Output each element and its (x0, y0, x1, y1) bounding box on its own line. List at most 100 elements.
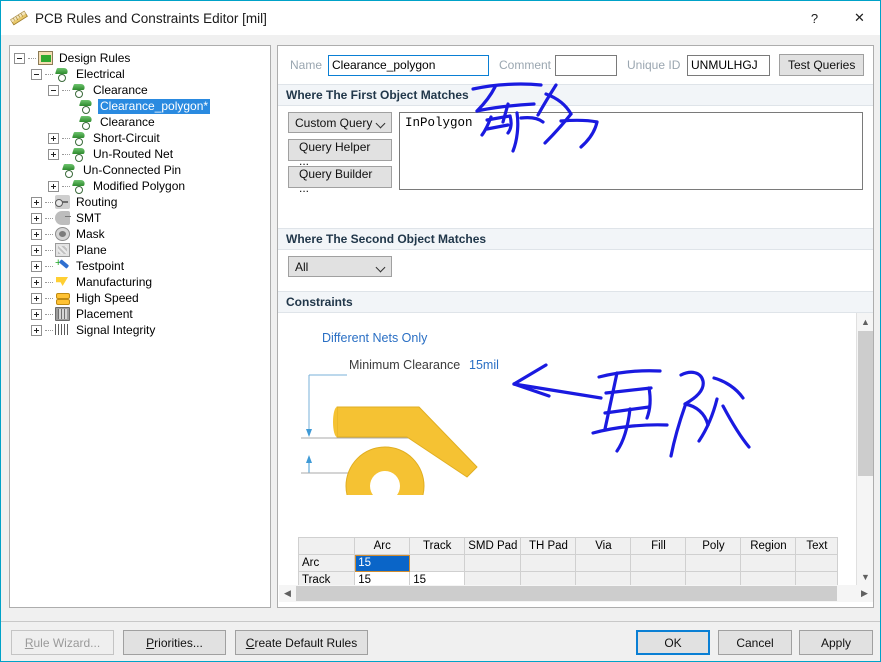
tree-expand-icon[interactable] (48, 132, 59, 144)
matrix-cell[interactable] (520, 554, 577, 572)
first-object-header: Where The First Object Matches (278, 84, 873, 106)
comment-input[interactable] (555, 54, 617, 76)
matrix-cell[interactable] (464, 554, 522, 572)
tree-item-label: Plane (76, 242, 107, 257)
tree-expand-icon[interactable] (31, 292, 42, 304)
column-header-corner[interactable] (297, 537, 356, 555)
first-object-query-text[interactable]: InPolygon (399, 112, 863, 190)
tree-item-plane[interactable]: Plane (14, 242, 270, 258)
matrix-cell[interactable] (520, 571, 577, 585)
matrix-cell[interactable] (464, 571, 522, 585)
tree-item-un-connected-pin[interactable]: Un-Connected Pin (14, 162, 270, 178)
test-queries-button[interactable]: Test Queries (779, 54, 865, 76)
tree-item-short-circuit[interactable]: Short-Circuit (14, 130, 270, 146)
matrix-cell[interactable] (685, 571, 742, 585)
matrix-cell[interactable]: 15 (354, 554, 411, 572)
priorities-button[interactable]: Priorities... (123, 630, 226, 655)
tree-item-high-speed[interactable]: High Speed (14, 290, 270, 306)
tree-item-design-rules[interactable]: Design Rules (14, 50, 270, 66)
help-button[interactable]: ? (792, 1, 837, 35)
matrix-cell[interactable] (409, 554, 466, 572)
column-header-poly[interactable]: Poly (685, 537, 742, 555)
tree-expand-icon[interactable] (31, 244, 42, 256)
tree-connector (62, 137, 70, 139)
rule-wizard-button[interactable]: Rule Wizard... (11, 630, 114, 655)
tree-item-clearance[interactable]: Clearance (14, 82, 270, 98)
tree-expand-icon[interactable] (31, 228, 42, 240)
tree-expand-icon[interactable] (31, 308, 42, 320)
clearance-matrix-table[interactable]: Arc Track SMD Pad TH Pad Via Fill Poly Region Te… (297, 537, 839, 585)
scroll-right-arrow-icon[interactable]: ▶ (856, 585, 873, 602)
tree-expand-icon[interactable] (48, 148, 59, 160)
column-header-fill[interactable]: Fill (630, 537, 687, 555)
tree-connector (45, 201, 53, 203)
scroll-left-arrow-icon[interactable]: ◀ (279, 585, 296, 602)
tree-item-manufacturing[interactable]: Manufacturing (14, 274, 270, 290)
matrix-cell[interactable] (740, 571, 797, 585)
matrix-cell[interactable] (795, 571, 839, 585)
tree-expand-icon[interactable] (31, 196, 42, 208)
apply-button[interactable]: Apply (799, 630, 873, 655)
tree-item-clearance[interactable]: Clearance (14, 114, 270, 130)
column-header-track[interactable]: Track (409, 537, 466, 555)
scroll-up-arrow-icon[interactable]: ▲ (857, 313, 873, 330)
row-header-arc[interactable]: Arc (297, 554, 356, 572)
matrix-cell[interactable] (630, 554, 687, 572)
second-object-header: Where The Second Object Matches (278, 228, 873, 250)
first-object-scope-select[interactable]: Custom Query (288, 112, 392, 133)
matrix-cell[interactable]: 15 (354, 571, 411, 585)
close-button[interactable]: ✕ (837, 1, 880, 35)
matrix-cell[interactable] (740, 554, 797, 572)
constraints-horizontal-scrollbar[interactable]: ◀ ▶ (279, 585, 873, 602)
tree-item-mask[interactable]: Mask (14, 226, 270, 242)
query-helper-button[interactable]: Query Helper ... (288, 139, 392, 168)
row-header-track[interactable]: Track (297, 571, 356, 585)
column-header-th-pad[interactable]: TH Pad (520, 537, 577, 555)
tree-collapse-icon[interactable] (14, 52, 25, 64)
rule-identity-row: Name Comment Unique ID Test Queries (278, 46, 873, 84)
rules-tree-panel[interactable]: Design Rules Electrical Clearance Clearance… (9, 45, 271, 608)
tree-item-electrical[interactable]: Electrical (14, 66, 270, 82)
matrix-cell[interactable] (685, 554, 742, 572)
matrix-cell[interactable]: 15 (409, 571, 466, 585)
column-header-region[interactable]: Region (740, 537, 797, 555)
tree-item-smt[interactable]: SMT (14, 210, 270, 226)
tree-expand-icon[interactable] (31, 324, 42, 336)
rules-tree[interactable]: Design Rules Electrical Clearance Clearance… (10, 46, 270, 338)
create-default-rules-button[interactable]: Create Default Rules (235, 630, 368, 655)
name-input[interactable] (328, 54, 489, 76)
tree-collapse-icon[interactable] (48, 84, 59, 96)
tree-item-signal-integrity[interactable]: Signal Integrity (14, 322, 270, 338)
scroll-down-arrow-icon[interactable]: ▼ (857, 568, 873, 585)
tree-item-testpoint[interactable]: Testpoint (14, 258, 270, 274)
tree-expand-icon[interactable] (31, 260, 42, 272)
constraints-vertical-scrollbar[interactable]: ▲ ▼ (856, 313, 873, 585)
tree-item-routing[interactable]: Routing (14, 194, 270, 210)
unique-id-input[interactable] (687, 54, 770, 76)
tree-item-modified-polygon[interactable]: Modified Polygon (14, 178, 270, 194)
matrix-cell[interactable] (575, 571, 632, 585)
query-builder-button[interactable]: Query Builder ... (288, 166, 392, 195)
tree-expand-icon[interactable] (31, 212, 42, 224)
cancel-button[interactable]: Cancel (718, 630, 792, 655)
first-object-scope-value: Custom Query (295, 115, 373, 130)
tree-item-placement[interactable]: Placement (14, 306, 270, 322)
column-header-text[interactable]: Text (795, 537, 839, 555)
second-object-scope-select[interactable]: All (288, 256, 392, 277)
ok-button[interactable]: OK (636, 630, 710, 655)
column-header-smd-pad[interactable]: SMD Pad (464, 537, 522, 555)
horizontal-scroll-thumb[interactable] (296, 586, 837, 601)
routing-icon (55, 195, 70, 209)
tree-expand-icon[interactable] (31, 276, 42, 288)
vertical-scroll-thumb[interactable] (858, 331, 873, 476)
matrix-cell[interactable] (630, 571, 687, 585)
matrix-cell[interactable] (575, 554, 632, 572)
matrix-cell[interactable] (795, 554, 839, 572)
tree-collapse-icon[interactable] (31, 68, 42, 80)
tree-item-un-routed-net[interactable]: Un-Routed Net (14, 146, 270, 162)
tree-expand-icon[interactable] (48, 180, 59, 192)
table-row: Arc 15 (297, 554, 839, 572)
column-header-arc[interactable]: Arc (354, 537, 411, 555)
column-header-via[interactable]: Via (575, 537, 632, 555)
tree-item-clearance-polygon[interactable]: Clearance_polygon* (14, 98, 270, 114)
